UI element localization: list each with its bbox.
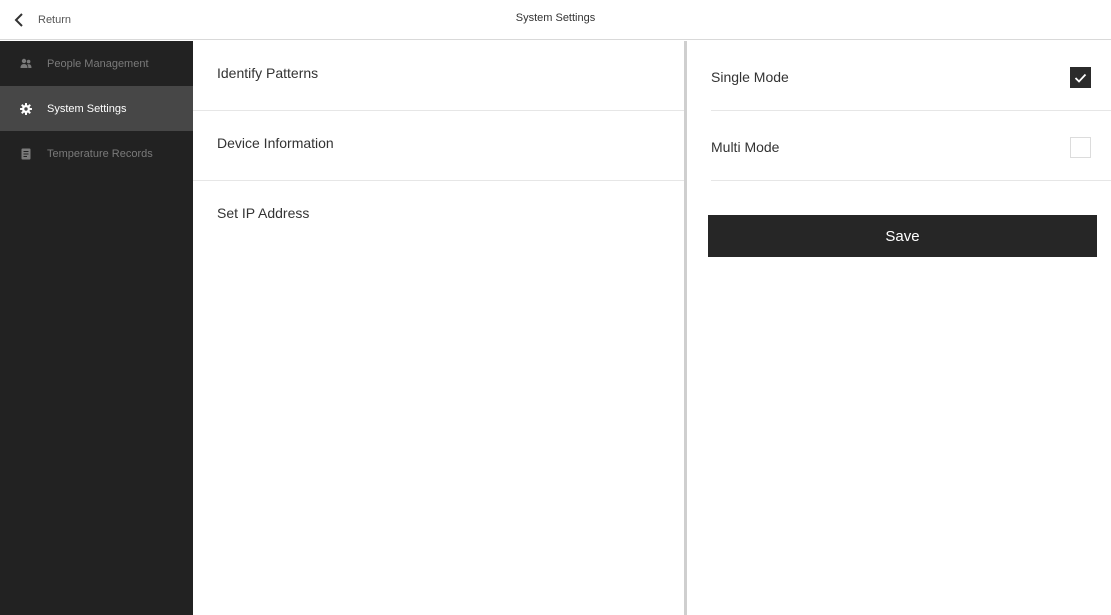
- gear-icon: [20, 102, 32, 115]
- sidebar-item-system-settings[interactable]: System Settings: [0, 86, 193, 131]
- menu-item-device-information[interactable]: Device Information: [193, 111, 684, 181]
- sidebar-item-temperature-records[interactable]: Temperature Records: [0, 131, 193, 176]
- sidebar: People Management System Settings Temper…: [0, 41, 193, 615]
- people-icon: [20, 58, 32, 70]
- sidebar-item-label: Temperature Records: [47, 147, 153, 160]
- check-icon: [1074, 73, 1087, 83]
- multi-mode-checkbox[interactable]: [1070, 137, 1091, 158]
- option-row-single-mode[interactable]: Single Mode: [711, 41, 1111, 111]
- save-button[interactable]: Save: [708, 215, 1097, 257]
- mode-settings-panel: Single Mode Multi Mode Save: [687, 41, 1111, 615]
- menu-item-identify-patterns[interactable]: Identify Patterns: [193, 41, 684, 111]
- document-icon: [20, 148, 32, 160]
- settings-menu: Identify Patterns Device Information Set…: [193, 41, 684, 615]
- option-label: Single Mode: [711, 69, 789, 85]
- option-row-multi-mode[interactable]: Multi Mode: [711, 111, 1111, 181]
- single-mode-checkbox[interactable]: [1070, 67, 1091, 88]
- sidebar-item-label: System Settings: [47, 102, 127, 115]
- option-label: Multi Mode: [711, 139, 780, 155]
- sidebar-item-people-management[interactable]: People Management: [0, 41, 193, 86]
- sidebar-item-label: People Management: [47, 57, 149, 70]
- page-title: System Settings: [515, 12, 596, 24]
- menu-item-set-ip-address[interactable]: Set IP Address: [193, 181, 684, 251]
- app-window: Return System Settings People Management: [0, 0, 1111, 615]
- top-bar: Return System Settings: [0, 0, 1111, 40]
